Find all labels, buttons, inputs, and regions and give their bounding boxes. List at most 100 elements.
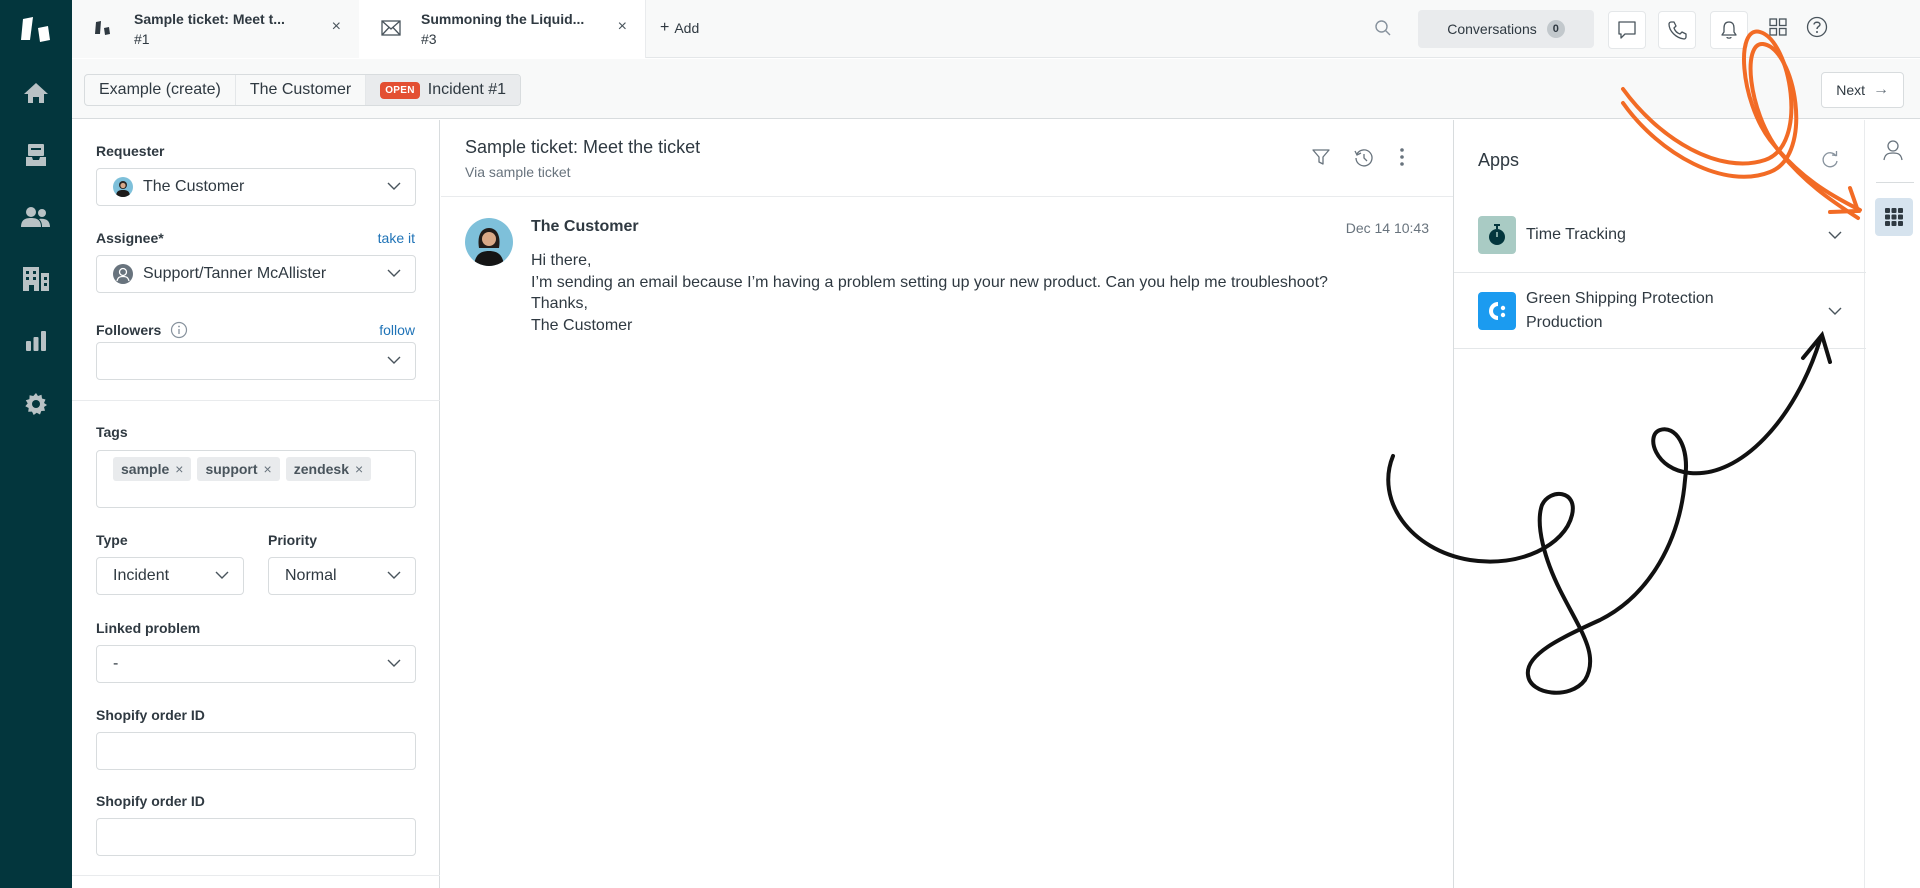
- nav-admin[interactable]: [0, 380, 72, 428]
- gear-icon: [25, 393, 47, 415]
- remove-tag-button[interactable]: ×: [175, 461, 183, 477]
- add-tab-button[interactable]: + Add: [660, 19, 699, 37]
- nav-home[interactable]: [0, 69, 72, 117]
- conversations-count-badge: 0: [1546, 20, 1565, 38]
- ticket-subject: Sample ticket: Meet the ticket: [465, 137, 701, 157]
- nav-customers[interactable]: [0, 193, 72, 241]
- info-icon[interactable]: [170, 321, 188, 339]
- shopify-order-id-label: Shopify order ID: [96, 793, 205, 809]
- breadcrumb: Example (create) The Customer OPEN Incid…: [84, 74, 522, 106]
- home-icon: [24, 83, 48, 103]
- nav-logo[interactable]: [0, 6, 72, 54]
- chevron-down-icon: [387, 659, 401, 667]
- close-tab-button[interactable]: ×: [332, 18, 341, 36]
- phone-button[interactable]: [1658, 11, 1696, 49]
- type-select[interactable]: Incident: [96, 557, 244, 595]
- chevron-down-icon: [215, 571, 229, 579]
- message-author[interactable]: The Customer: [531, 218, 639, 236]
- chevron-down-icon[interactable]: [1828, 306, 1842, 316]
- tab-title: Summoning the Liquid...: [421, 11, 585, 27]
- breadcrumb-ticket[interactable]: OPEN Incident #1: [366, 75, 521, 105]
- tab-title: Sample ticket: Meet t...: [134, 11, 285, 27]
- nav-organizations[interactable]: [0, 255, 72, 303]
- more-options-icon[interactable]: [1399, 147, 1405, 167]
- shopify-order-id-input[interactable]: [96, 818, 416, 856]
- zendesk-ticket-icon: [95, 21, 110, 35]
- apps-grid-icon[interactable]: [1768, 17, 1788, 37]
- shopify-order-id-label: Shopify order ID: [96, 707, 205, 723]
- conversations-button[interactable]: Conversations 0: [1418, 10, 1594, 48]
- inbox-icon: [26, 144, 46, 166]
- followers-label: Followers: [96, 322, 162, 338]
- message-line: Hi there,: [531, 252, 592, 269]
- apps-title: Apps: [1478, 150, 1520, 170]
- context-rail: [1866, 120, 1920, 888]
- assignee-label: Assignee*: [96, 230, 164, 246]
- take-it-link[interactable]: take it: [378, 230, 415, 246]
- priority-value: Normal: [285, 567, 337, 584]
- apps-rail-button[interactable]: [1875, 198, 1913, 236]
- breadcrumb-organization[interactable]: Example (create): [85, 75, 236, 105]
- close-tab-button[interactable]: ×: [618, 18, 627, 36]
- bar-chart-icon: [26, 331, 46, 351]
- message-body: Hi there, I’m sending an email because I…: [531, 250, 1328, 336]
- nav-reporting[interactable]: [0, 317, 72, 365]
- chevron-down-icon: [387, 356, 401, 364]
- type-label: Type: [96, 532, 128, 548]
- remove-tag-button[interactable]: ×: [264, 461, 272, 477]
- tag-label: zendesk: [293, 461, 349, 477]
- assignee-avatar: [113, 264, 133, 284]
- chevron-down-icon: [387, 182, 401, 190]
- linked-problem-select[interactable]: -: [96, 645, 416, 683]
- filter-icon[interactable]: [1311, 147, 1331, 167]
- priority-label: Priority: [268, 532, 318, 548]
- next-label: Next: [1836, 82, 1865, 98]
- tags-input[interactable]: sample × support × zendesk ×: [96, 450, 416, 508]
- tag: zendesk ×: [285, 457, 372, 481]
- next-button[interactable]: Next →: [1821, 72, 1904, 108]
- history-icon[interactable]: [1353, 147, 1375, 169]
- ticket-channel: Via sample ticket: [465, 164, 571, 180]
- notifications-button[interactable]: [1710, 11, 1748, 49]
- user-profile-icon[interactable]: [1881, 138, 1905, 162]
- ticket-subbar: Example (create) The Customer OPEN Incid…: [72, 59, 1920, 119]
- message-avatar[interactable]: [465, 218, 513, 266]
- breadcrumb-label: Incident #1: [427, 81, 507, 98]
- chevron-down-icon[interactable]: [1828, 230, 1842, 240]
- followers-select[interactable]: [96, 342, 416, 380]
- message-timestamp: Dec 14 10:43: [1345, 220, 1429, 236]
- chevron-down-icon: [387, 269, 401, 277]
- ticket-properties-panel: Requester The Customer Assignee* take it…: [72, 120, 440, 888]
- zendesk-logo-icon: [21, 17, 50, 42]
- chat-button[interactable]: [1608, 11, 1646, 49]
- status-badge: OPEN: [380, 81, 420, 99]
- linked-problem-label: Linked problem: [96, 620, 201, 636]
- building-icon: [23, 267, 49, 291]
- tag-label: support: [205, 461, 258, 477]
- app-name-line: Green Shipping Protection: [1526, 290, 1714, 307]
- users-icon: [21, 207, 50, 227]
- bell-icon: [1721, 21, 1737, 39]
- remove-tag-button[interactable]: ×: [355, 461, 363, 477]
- phone-icon: [1668, 21, 1687, 40]
- shopify-order-id-input[interactable]: [96, 732, 416, 770]
- app-time-tracking[interactable]: Time Tracking: [1454, 197, 1866, 273]
- follow-link[interactable]: follow: [379, 322, 415, 338]
- priority-select[interactable]: Normal: [268, 557, 416, 595]
- tab-summoning[interactable]: Summoning the Liquid... #3 ×: [359, 0, 646, 58]
- requester-select[interactable]: The Customer: [96, 168, 416, 206]
- arrow-right-icon: →: [1873, 81, 1889, 98]
- linked-problem-value: -: [113, 655, 119, 672]
- conversations-label: Conversations: [1447, 21, 1537, 37]
- refresh-icon[interactable]: [1820, 150, 1840, 170]
- tab-sample-ticket[interactable]: Sample ticket: Meet t... #1 ×: [72, 0, 359, 58]
- help-icon[interactable]: [1806, 16, 1828, 38]
- breadcrumb-requester[interactable]: The Customer: [236, 75, 367, 105]
- green-shipping-icon: [1478, 292, 1516, 330]
- nav-views[interactable]: [0, 131, 72, 179]
- assignee-select[interactable]: Support/Tanner McAllister: [96, 255, 416, 293]
- search-icon[interactable]: [1374, 19, 1392, 37]
- app-green-shipping-protection[interactable]: Green Shipping Protection Production: [1454, 273, 1866, 349]
- mail-icon: [381, 20, 401, 36]
- chat-icon: [1618, 21, 1636, 39]
